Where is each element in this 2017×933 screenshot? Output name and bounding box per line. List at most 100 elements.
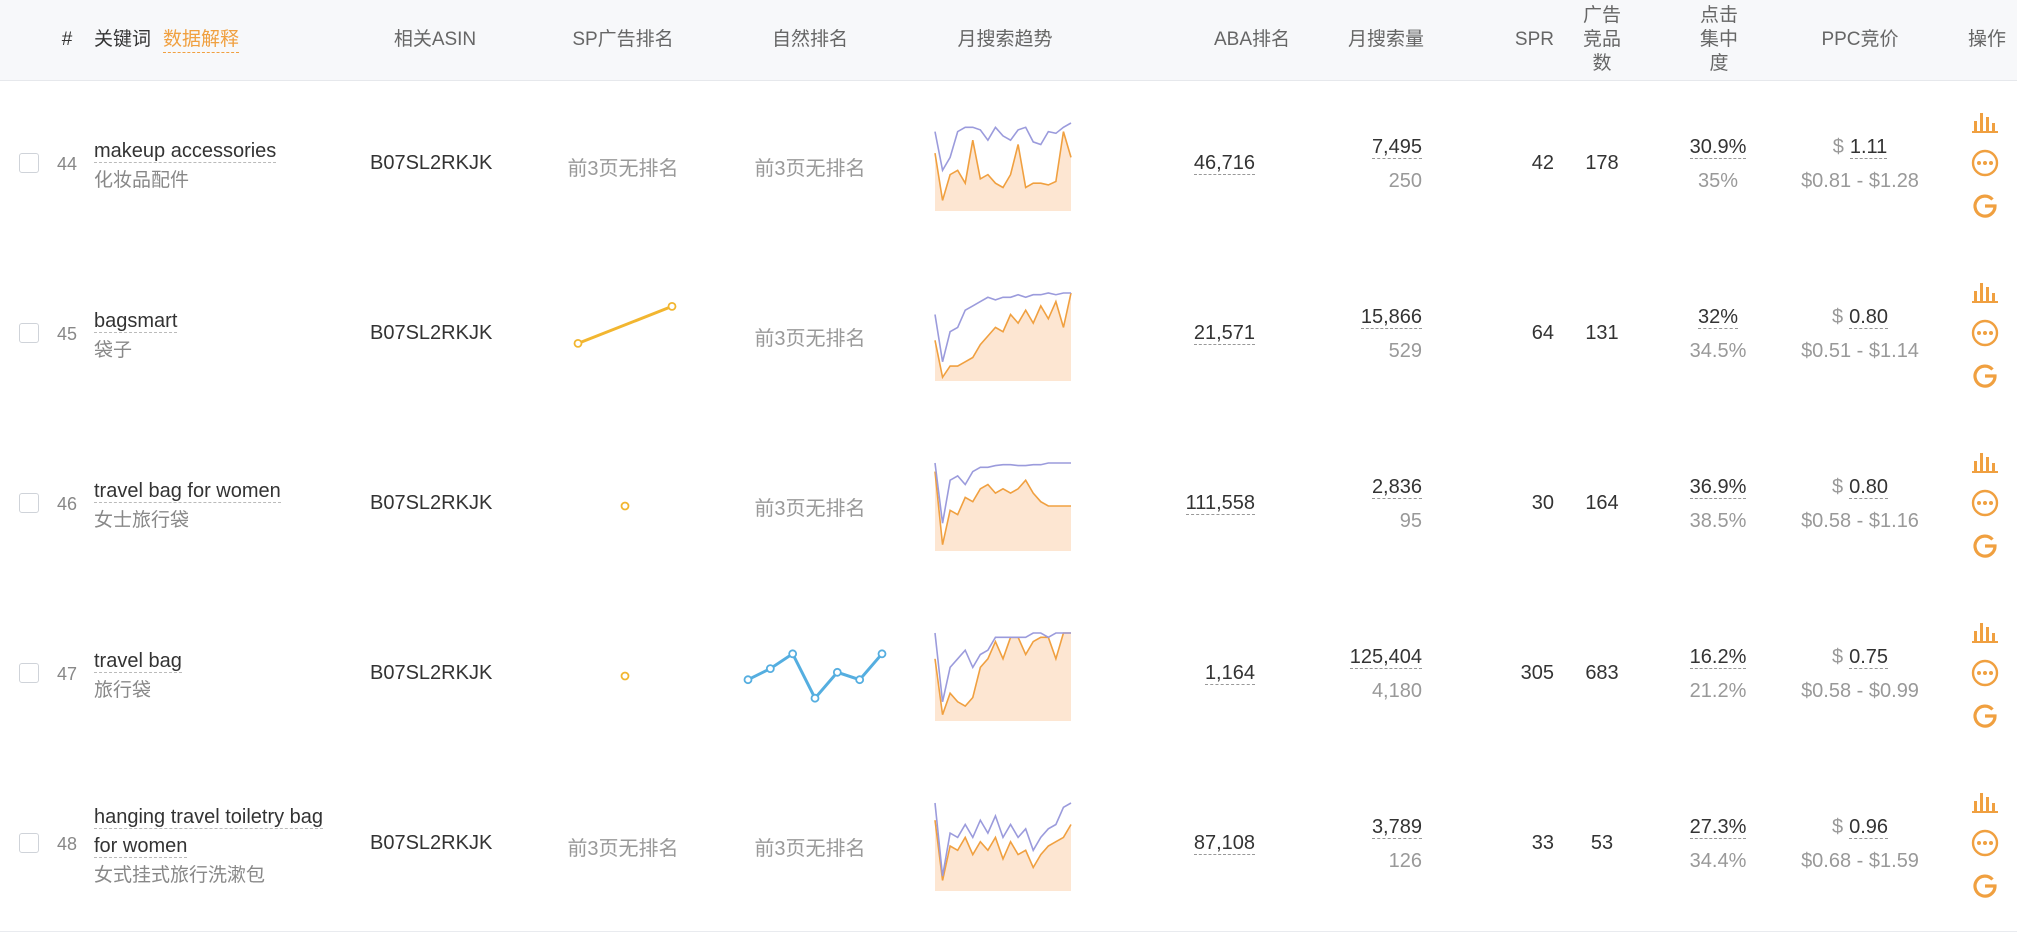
ppc-bid[interactable]: $0.75 $0.58 - $0.99 [1780,640,1940,708]
ppc-bid-main[interactable]: $0.96 [1780,810,1940,844]
aba-rank-value[interactable]: 87,108 [1193,832,1255,855]
aba-rank-value[interactable]: 1,164 [1204,662,1255,685]
aba-rank-value[interactable]: 21,571 [1193,322,1255,345]
row-checkbox[interactable] [19,663,39,683]
click-concentration[interactable]: 32% 34.5% [1660,300,1776,368]
ppc-value[interactable]: 0.80 [1849,476,1889,499]
monthly-search-volume[interactable]: 125,404 4,180 [1300,640,1422,708]
click-concentration-wrap[interactable]: 30.9% [1660,130,1776,164]
keyword-en[interactable]: travel bag for women [94,477,354,506]
header-ppc[interactable]: PPC竞价 [1790,0,1930,80]
google-icon[interactable] [1972,363,1998,389]
keyword-en-line2[interactable]: for women [94,832,354,861]
click-concentration-wrap[interactable]: 16.2% [1660,640,1776,674]
click-concentration-value[interactable]: 27.3% [1689,816,1747,839]
ppc-bid[interactable]: $0.96 $0.68 - $1.59 [1780,810,1940,878]
more-icon[interactable] [1971,489,1999,517]
row-checkbox[interactable] [19,493,39,513]
keyword-en-text[interactable]: bagsmart [94,310,178,333]
header-aba[interactable]: ABA排名 [1145,0,1290,80]
monthly-search-volume[interactable]: 15,866 529 [1300,300,1422,368]
search-volume-value[interactable]: 2,836 [1371,476,1422,499]
keyword-en-text[interactable]: hanging travel toiletry bag [94,805,324,829]
row-checkbox[interactable] [19,153,39,173]
related-asin[interactable]: B07SL2RKJK [370,492,500,515]
bar-chart-icon[interactable] [1972,279,1998,303]
ppc-bid-main[interactable]: $0.80 [1780,300,1940,334]
related-asin[interactable]: B07SL2RKJK [370,322,500,345]
aba-rank-value[interactable]: 111,558 [1185,492,1255,515]
click-concentration-wrap[interactable]: 27.3% [1660,810,1776,844]
aba-rank[interactable]: 111,558 [1145,492,1255,515]
click-concentration[interactable]: 36.9% 38.5% [1660,470,1776,538]
keyword-en-text-2[interactable]: for women [94,834,188,858]
aba-rank[interactable]: 21,571 [1145,322,1255,345]
search-volume-value[interactable]: 125,404 [1349,646,1422,669]
bar-chart-icon[interactable] [1972,109,1998,133]
more-icon[interactable] [1971,829,1999,857]
keyword-en[interactable]: makeup accessories [94,137,354,166]
aba-rank[interactable]: 87,108 [1145,832,1255,855]
aba-rank[interactable]: 1,164 [1145,662,1255,685]
header-ad-products[interactable]: 广告竞品数 [1572,0,1632,80]
header-monthly-search[interactable]: 月搜索量 [1300,0,1424,80]
ppc-bid-main[interactable]: $0.75 [1780,640,1940,674]
keyword-en[interactable]: hanging travel toiletry bag [94,803,354,832]
header-spr[interactable]: SPR [1470,0,1554,80]
ppc-bid[interactable]: $0.80 $0.58 - $1.16 [1780,470,1940,538]
bar-chart-icon[interactable] [1972,449,1998,473]
more-icon[interactable] [1971,149,1999,177]
monthly-search-volume[interactable]: 7,495 250 [1300,130,1422,198]
google-icon[interactable] [1972,533,1998,559]
ppc-value[interactable]: 0.75 [1849,646,1889,669]
search-volume-value-wrap[interactable]: 3,789 [1300,810,1422,844]
keyword-en-text[interactable]: travel bag [94,650,182,673]
ppc-bid-main[interactable]: $1.11 [1780,130,1940,164]
header-click-concentration[interactable]: 点击集中度 [1690,0,1748,80]
data-explain-link[interactable]: 数据解释 [163,28,240,53]
click-concentration-value[interactable]: 36.9% [1689,476,1747,499]
search-volume-value-wrap[interactable]: 125,404 [1300,640,1422,674]
click-concentration-value[interactable]: 16.2% [1689,646,1747,669]
google-icon[interactable] [1972,193,1998,219]
related-asin[interactable]: B07SL2RKJK [370,832,500,855]
bar-chart-icon[interactable] [1972,619,1998,643]
related-asin[interactable]: B07SL2RKJK [370,152,500,175]
header-sp-rank[interactable]: SP广告排名 [533,0,713,80]
monthly-search-volume[interactable]: 3,789 126 [1300,810,1422,878]
ppc-bid-main[interactable]: $0.80 [1780,470,1940,504]
google-icon[interactable] [1972,873,1998,899]
aba-rank[interactable]: 46,716 [1145,152,1255,175]
row-checkbox[interactable] [19,323,39,343]
ppc-bid[interactable]: $1.11 $0.81 - $1.28 [1780,130,1940,198]
row-checkbox[interactable] [19,833,39,853]
click-concentration-wrap[interactable]: 36.9% [1660,470,1776,504]
search-volume-value-wrap[interactable]: 2,836 [1300,470,1422,504]
more-icon[interactable] [1971,319,1999,347]
click-concentration-wrap[interactable]: 32% [1660,300,1776,334]
search-volume-value[interactable]: 3,789 [1371,816,1422,839]
ppc-value[interactable]: 0.80 [1849,306,1889,329]
ppc-value[interactable]: 0.96 [1849,816,1889,839]
click-concentration-value[interactable]: 32% [1697,306,1739,329]
more-icon[interactable] [1971,659,1999,687]
search-volume-value[interactable]: 15,866 [1360,306,1422,329]
keyword-en-text[interactable]: travel bag for women [94,480,281,503]
search-volume-value[interactable]: 7,495 [1371,136,1422,159]
search-volume-value-wrap[interactable]: 15,866 [1300,300,1422,334]
header-natural-rank[interactable]: 自然排名 [720,0,900,80]
monthly-search-volume[interactable]: 2,836 95 [1300,470,1422,538]
keyword-en[interactable]: bagsmart [94,307,354,336]
related-asin[interactable]: B07SL2RKJK [370,662,500,685]
google-icon[interactable] [1972,703,1998,729]
keyword-en[interactable]: travel bag [94,647,354,676]
click-concentration-value[interactable]: 30.9% [1689,136,1747,159]
search-volume-value-wrap[interactable]: 7,495 [1300,130,1422,164]
ppc-bid[interactable]: $0.80 $0.51 - $1.14 [1780,300,1940,368]
click-concentration[interactable]: 27.3% 34.4% [1660,810,1776,878]
ppc-value[interactable]: 1.11 [1849,136,1888,159]
bar-chart-icon[interactable] [1972,789,1998,813]
click-concentration[interactable]: 30.9% 35% [1660,130,1776,198]
keyword-en-text[interactable]: makeup accessories [94,140,277,163]
click-concentration[interactable]: 16.2% 21.2% [1660,640,1776,708]
